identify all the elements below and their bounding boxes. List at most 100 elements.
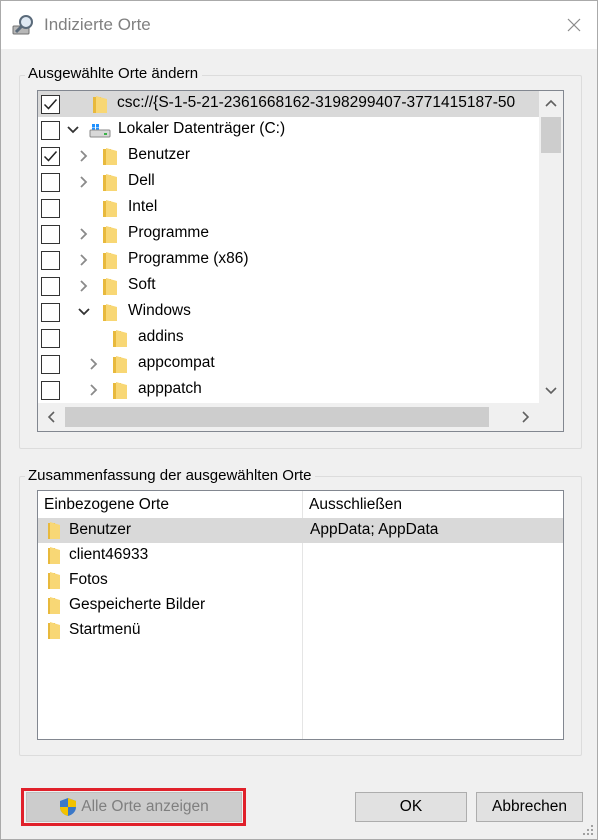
magnifier-icon xyxy=(12,14,36,36)
tree-row[interactable]: Programme (x86) xyxy=(38,247,539,273)
vertical-scrollbar[interactable] xyxy=(539,91,563,403)
ok-label: OK xyxy=(399,798,423,815)
change-locations-label: Ausgewählte Orte ändern xyxy=(25,65,203,82)
tree-row[interactable]: Benutzer xyxy=(38,143,539,169)
tree-row[interactable]: Intel xyxy=(38,195,539,221)
folder-icon xyxy=(112,329,128,348)
folder-icon xyxy=(92,95,108,114)
indexing-options-dialog: Indizierte Orte Ausgewählte Orte ändern … xyxy=(0,0,598,840)
folder-icon xyxy=(102,225,118,244)
chevron-right-icon[interactable] xyxy=(77,149,91,163)
folder-icon xyxy=(112,381,128,400)
ok-button[interactable]: OK xyxy=(355,792,467,822)
tree-row-checkbox[interactable] xyxy=(41,147,60,166)
tree-row-checkbox[interactable] xyxy=(41,251,60,270)
folder-icon xyxy=(102,251,118,270)
summary-excluded-label: AppData; AppData xyxy=(310,521,439,538)
folder-icon xyxy=(102,277,118,296)
title-bar: Indizierte Orte xyxy=(1,1,597,49)
tree-row-checkbox[interactable] xyxy=(41,225,60,244)
locations-tree[interactable]: csc://{S-1-5-21-2361668162-3198299407-37… xyxy=(37,90,564,432)
chevron-down-icon[interactable] xyxy=(77,305,91,319)
checkmark-icon xyxy=(43,151,58,162)
summary-row[interactable]: Fotos xyxy=(38,568,563,593)
resize-grip-icon[interactable] xyxy=(582,824,594,836)
scroll-down-button[interactable] xyxy=(539,379,563,403)
tree-row-label: appcompat xyxy=(138,354,215,371)
summary-row[interactable]: Startmenü xyxy=(38,618,563,643)
window-title: Indizierte Orte xyxy=(44,15,151,34)
tree-row-checkbox[interactable] xyxy=(41,173,60,192)
close-icon xyxy=(567,18,581,32)
tree-row-checkbox[interactable] xyxy=(41,277,60,296)
tree-row-label: Benutzer xyxy=(128,146,191,163)
horizontal-scroll-thumb[interactable] xyxy=(65,407,489,427)
folder-icon xyxy=(47,596,61,615)
cancel-button[interactable]: Abbrechen xyxy=(476,792,583,822)
chevron-down-icon[interactable] xyxy=(66,123,80,137)
tree-row[interactable]: Programme xyxy=(38,221,539,247)
folder-icon xyxy=(47,621,61,640)
summary-label: Zusammenfassung der ausgewählten Orte xyxy=(25,467,316,484)
tree-row[interactable]: Soft xyxy=(38,273,539,299)
folder-icon xyxy=(47,546,61,565)
checkmark-icon xyxy=(43,99,58,110)
chevron-right-icon[interactable] xyxy=(77,279,91,293)
chevron-right-icon[interactable] xyxy=(77,253,91,267)
tree-row-checkbox[interactable] xyxy=(41,95,60,114)
tree-row-checkbox[interactable] xyxy=(41,329,60,348)
tree-row-checkbox[interactable] xyxy=(41,121,60,140)
vertical-scroll-thumb[interactable] xyxy=(541,117,561,153)
tree-row-label: Windows xyxy=(128,302,191,319)
summary-included-label: Fotos xyxy=(69,571,108,588)
chevron-up-icon xyxy=(545,99,557,107)
summary-included-label: Benutzer xyxy=(69,521,132,538)
tree-row-label: Programme (x86) xyxy=(128,250,249,267)
summary-list[interactable]: Einbezogene Orte Ausschließen Benutzer Ap… xyxy=(37,490,564,740)
tree-row-checkbox[interactable] xyxy=(41,303,60,322)
highlight-annotation xyxy=(21,788,246,826)
tree-row[interactable]: Dell xyxy=(38,169,539,195)
chevron-right-icon[interactable] xyxy=(87,357,101,371)
folder-icon xyxy=(47,571,61,590)
tree-row[interactable]: apppatch xyxy=(38,377,539,403)
tree-row-label: addins xyxy=(138,328,184,345)
scroll-left-button[interactable] xyxy=(38,403,64,431)
close-button[interactable] xyxy=(551,1,597,49)
column-header-included[interactable]: Einbezogene Orte xyxy=(38,491,303,518)
tree-row-checkbox[interactable] xyxy=(41,199,60,218)
folder-icon xyxy=(102,147,118,166)
scroll-right-button[interactable] xyxy=(513,403,539,431)
tree-row[interactable]: addins xyxy=(38,325,539,351)
tree-row-label: Soft xyxy=(128,276,156,293)
column-header-excluded[interactable]: Ausschließen xyxy=(303,491,563,518)
summary-included-label: Startmenü xyxy=(69,621,141,638)
tree-row-label: csc://{S-1-5-21-2361668162-3198299407-37… xyxy=(117,94,516,111)
summary-row[interactable]: Benutzer AppData; AppData xyxy=(38,518,563,543)
scroll-up-button[interactable] xyxy=(539,91,563,115)
chevron-right-icon[interactable] xyxy=(77,175,91,189)
tree-row[interactable]: csc://{S-1-5-21-2361668162-3198299407-37… xyxy=(38,91,539,117)
summary-included-label: client46933 xyxy=(69,546,149,563)
tree-row-label: Lokaler Datenträger (C:) xyxy=(118,120,286,137)
folder-icon xyxy=(47,521,61,540)
summary-row[interactable]: Gespeicherte Bilder xyxy=(38,593,563,618)
scroll-corner xyxy=(539,403,563,431)
chevron-right-icon[interactable] xyxy=(87,383,101,397)
tree-row[interactable]: Lokaler Datenträger (C:) xyxy=(38,117,539,143)
chevron-left-icon xyxy=(47,411,55,423)
horizontal-scrollbar[interactable] xyxy=(38,403,539,431)
cancel-label: Abbrechen xyxy=(492,798,567,815)
folder-icon xyxy=(112,355,128,374)
chevron-right-icon xyxy=(522,411,530,423)
tree-row-checkbox[interactable] xyxy=(41,381,60,400)
tree-row-label: apppatch xyxy=(138,380,202,397)
folder-icon xyxy=(102,199,118,218)
summary-row[interactable]: client46933 xyxy=(38,543,563,568)
tree-row[interactable]: appcompat xyxy=(38,351,539,377)
tree-row-checkbox[interactable] xyxy=(41,355,60,374)
chevron-right-icon[interactable] xyxy=(77,227,91,241)
tree-row-label: Programme xyxy=(128,224,209,241)
tree-row[interactable]: Windows xyxy=(38,299,539,325)
folder-icon xyxy=(102,173,118,192)
